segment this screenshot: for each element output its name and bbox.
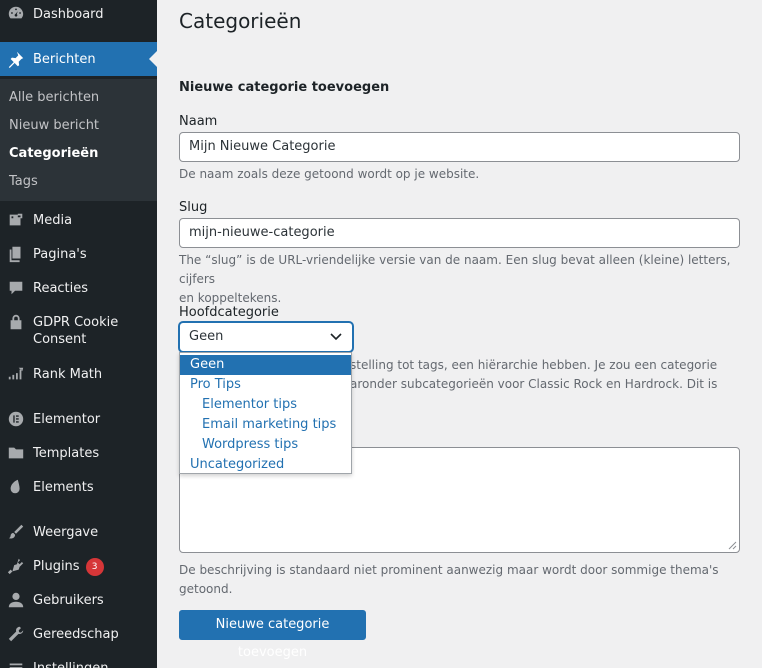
menu-dashboard[interactable]: Dashboard [0,0,157,28]
add-category-button[interactable]: Nieuwe categorie toevoegen [179,610,366,660]
slug-label: Slug [179,200,208,215]
submenu-nieuw-bericht[interactable]: Nieuw bericht [9,118,99,134]
option-email-marketing-tips[interactable]: Email marketing tips [180,415,351,435]
pin-icon [6,49,26,69]
option-geen[interactable]: Geen [180,355,351,375]
option-wordpress-tips[interactable]: Wordpress tips [180,435,351,455]
users-icon [6,590,26,610]
menu-rank-math-label: Rank Math [33,367,103,382]
name-help: De naam zoals deze getoond wordt op je w… [179,167,480,181]
menu-elements[interactable]: Elements [0,473,157,501]
folder-icon [6,443,26,463]
description-help: De beschrijving is standaard niet promin… [179,561,749,599]
dashboard-icon [6,3,26,23]
menu-templates[interactable]: Templates [0,439,157,467]
menu-instellingen[interactable]: Instellingen [0,654,157,668]
menu-gebruikers-label: Gebruikers [33,593,104,608]
parent-select-value: Geen [189,329,224,344]
menu-dashboard-label: Dashboard [33,7,104,22]
active-menu-arrow [149,51,157,67]
menu-gereedschap[interactable]: Gereedschap [0,620,157,648]
rank-math-icon [6,364,26,384]
menu-templates-label: Templates [33,446,100,461]
menu-berichten[interactable]: Berichten [0,42,157,76]
menu-plugins-text: Plugins [33,559,80,574]
menu-elementor[interactable]: Elementor [0,405,157,433]
pages-icon [6,244,26,264]
plugin-icon [6,556,26,576]
slug-help-line2: en koppeltekens. [179,291,282,305]
elements-icon [6,477,26,497]
chevron-down-icon [330,333,342,341]
menu-instellingen-label: Instellingen [33,660,109,668]
main-content: Categorieën Nieuwe categorie toevoegen N… [157,0,762,668]
option-uncategorized[interactable]: Uncategorized [180,455,351,475]
menu-gdpr-label: GDPR Cookie Consent [33,315,119,347]
resize-handle-icon[interactable] [728,541,737,550]
menu-elements-label: Elements [33,480,94,495]
name-input[interactable]: Mijn Nieuwe Categorie [179,132,740,162]
menu-weergave[interactable]: Weergave [0,518,157,546]
slug-input[interactable]: mijn-nieuwe-categorie [179,218,740,248]
submenu-tags[interactable]: Tags [9,174,38,190]
admin-sidebar: Dashboard Berichten Alle berichten Nieuw… [0,0,157,668]
menu-gereedschap-label: Gereedschap [33,627,119,642]
parent-help-line2: aronder subcategorieën voor Classic Rock… [350,377,718,391]
menu-plugins-label: Plugins 3 [33,558,104,576]
menu-plugins[interactable]: Plugins 3 [0,552,157,580]
menu-media[interactable]: Media [0,206,157,234]
media-icon [6,210,26,230]
option-pro-tips[interactable]: Pro Tips [180,375,351,395]
menu-berichten-label: Berichten [33,52,96,67]
menu-paginas-label: Pagina's [33,247,87,262]
parent-label: Hoofdcategorie [179,305,279,320]
page-title: Categorieën [179,9,302,33]
submenu-categorieen[interactable]: Categorieën [9,146,98,162]
menu-elementor-label: Elementor [33,412,101,427]
parent-help: stelling tot tags, een hiërarchie hebben… [350,356,750,394]
slug-help: The “slug” is de URL-vriendelijke versie… [179,251,749,308]
parent-help-line1: stelling tot tags, een hiërarchie hebben… [350,358,718,372]
description-help-line1: De beschrijving is standaard niet promin… [179,563,719,577]
submenu-alle-berichten[interactable]: Alle berichten [9,90,99,106]
lock-icon [6,312,26,332]
menu-gdpr[interactable]: GDPR Cookie Consent [0,308,157,352]
slug-help-line1: The “slug” is de URL-vriendelijke versie… [179,253,731,286]
name-label: Naam [179,114,218,129]
elementor-icon [6,409,26,429]
wrench-icon [6,624,26,644]
berichten-submenu: Alle berichten Nieuw bericht Categorieën… [0,79,157,201]
menu-media-label: Media [33,213,73,228]
brush-icon [6,522,26,542]
menu-gebruikers[interactable]: Gebruikers [0,586,157,614]
menu-rank-math[interactable]: Rank Math [0,360,157,388]
parent-select[interactable]: Geen [179,322,353,352]
comments-icon [6,278,26,298]
menu-reacties-label: Reacties [33,281,89,296]
settings-icon [6,658,26,668]
menu-paginas[interactable]: Pagina's [0,240,157,268]
menu-reacties[interactable]: Reacties [0,274,157,302]
menu-weergave-label: Weergave [33,525,99,540]
description-help-line2: getoond. [179,582,233,596]
plugins-update-badge: 3 [85,558,104,576]
option-elementor-tips[interactable]: Elementor tips [180,395,351,415]
parent-dropdown-list: Geen Pro Tips Elementor tips Email marke… [179,352,352,474]
add-category-heading: Nieuwe categorie toevoegen [179,80,390,95]
